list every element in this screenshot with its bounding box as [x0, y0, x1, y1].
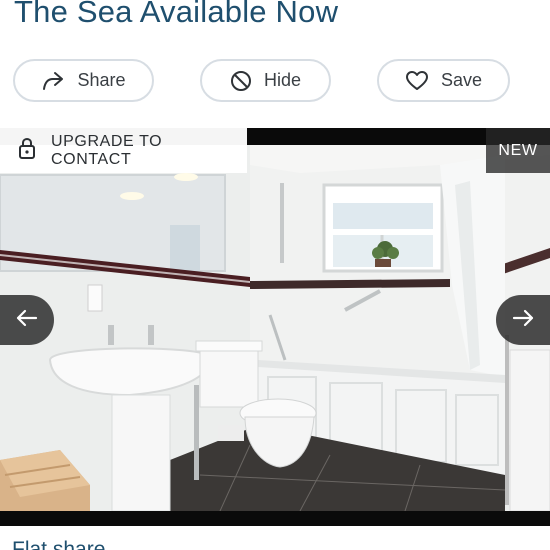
share-label: Share: [77, 70, 126, 90]
save-button[interactable]: Save: [377, 59, 510, 102]
share-button[interactable]: Share: [13, 59, 154, 102]
arrow-right-icon: [512, 309, 534, 332]
previous-photo-button[interactable]: [0, 295, 54, 345]
bathroom-photo: [0, 145, 550, 511]
listing-title: The Sea Available Now: [14, 0, 339, 29]
save-label: Save: [440, 70, 483, 90]
upgrade-to-contact-banner[interactable]: UPGRADE TO CONTACT: [0, 128, 247, 173]
arrow-left-icon: [16, 309, 38, 332]
lock-icon: [17, 136, 37, 165]
heart-icon: [405, 70, 429, 92]
new-badge: NEW: [486, 128, 550, 173]
hide-label: Hide: [263, 70, 302, 90]
next-photo-button[interactable]: [496, 295, 550, 345]
listing-photo-frame[interactable]: [0, 128, 550, 526]
upgrade-label: UPGRADE TO CONTACT: [51, 132, 163, 168]
share-icon: [41, 70, 65, 92]
block-icon: [230, 70, 252, 92]
next-section-title: Flat share: [12, 538, 106, 550]
hide-button[interactable]: Hide: [200, 59, 331, 102]
